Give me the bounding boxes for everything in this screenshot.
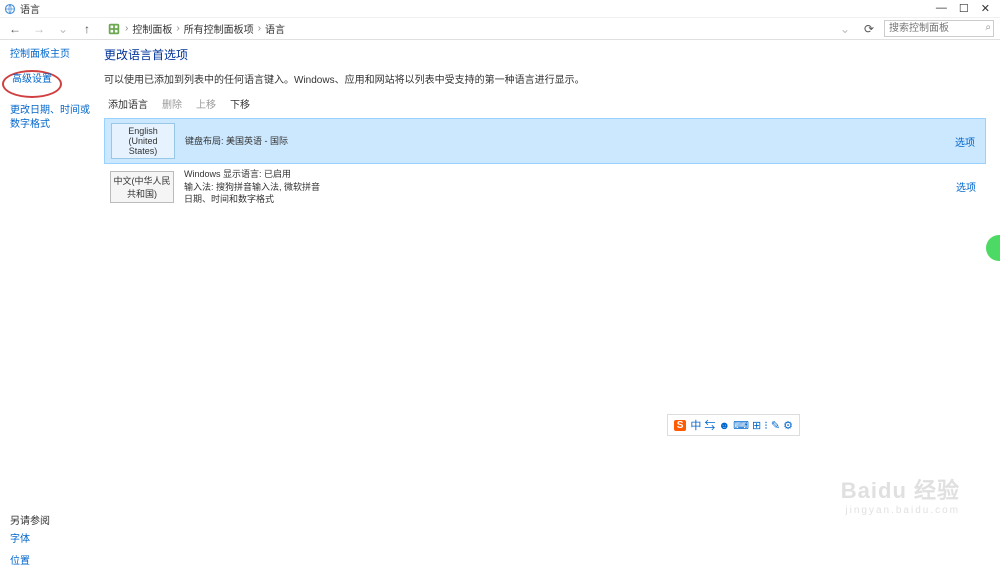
language-name: English (United States) — [111, 123, 175, 159]
language-name: 中文(中华人民共和国) — [110, 171, 174, 203]
language-row[interactable]: English (United States) 键盘布局: 美国英语 - 国际 … — [104, 118, 986, 164]
search-wrap: ⌕ — [884, 20, 994, 37]
seealso-header: 另请参阅 — [10, 512, 90, 527]
content-body: 控制面板主页 高级设置 更改日期、时间或数字格式 另请参阅 字体 位置 更改语言… — [0, 40, 1000, 546]
search-input[interactable] — [884, 20, 994, 37]
sidebar-home-link[interactable]: 控制面板主页 — [10, 48, 90, 62]
refresh-button[interactable]: ⟳ — [860, 20, 878, 38]
breadcrumb-leaf[interactable]: 语言 — [265, 21, 285, 36]
window-title: 语言 — [20, 1, 936, 16]
maximize-button[interactable]: ☐ — [959, 2, 969, 15]
breadcrumb[interactable]: › 控制面板 › 所有控制面板项 › 语言 — [102, 18, 830, 39]
watermark: Baidu 经验 jingyan.baidu.com — [841, 473, 960, 516]
watermark-sub: jingyan.baidu.com — [841, 505, 960, 516]
language-detail-line: Windows 显示语言: 已启用 — [184, 168, 956, 181]
language-toolbar: 添加语言 删除 上移 下移 — [104, 96, 986, 111]
up-button[interactable]: ↑ — [78, 20, 96, 38]
language-detail-line: 日期、时间和数字格式 — [184, 193, 956, 206]
language-options-link[interactable]: 选项 — [955, 134, 975, 149]
search-icon[interactable]: ⌕ — [985, 22, 991, 33]
sogou-icon[interactable]: S — [674, 420, 687, 431]
globe-icon — [4, 3, 16, 15]
recent-dropdown[interactable]: ⌄ — [54, 20, 72, 38]
page-description: 可以使用已添加到列表中的任何语言键入。Windows、应用和网站将以列表中受支持… — [104, 71, 986, 86]
sidebar: 控制面板主页 高级设置 更改日期、时间或数字格式 另请参阅 字体 位置 — [0, 40, 100, 546]
language-options-link[interactable]: 选项 — [956, 179, 976, 194]
annotation-ellipse: 高级设置 — [2, 70, 62, 98]
ime-buttons[interactable]: 中 ⇆ ☻ ⌨ ⊞ ⁝ ✎ ⚙ — [690, 417, 793, 433]
page-heading: 更改语言首选项 — [104, 46, 986, 63]
ime-toolbar[interactable]: S 中 ⇆ ☻ ⌨ ⊞ ⁝ ✎ ⚙ — [667, 414, 800, 436]
minimize-button[interactable]: — — [936, 2, 947, 15]
watermark-main: Baidu 经验 — [841, 473, 960, 505]
forward-button[interactable]: → — [30, 20, 48, 38]
seealso-fonts-link[interactable]: 字体 — [10, 533, 90, 547]
control-panel-icon — [107, 22, 121, 36]
language-details: 键盘布局: 美国英语 - 国际 — [185, 135, 955, 148]
move-down-button[interactable]: 下移 — [230, 96, 250, 111]
sidebar-advanced-link[interactable]: 高级设置 — [12, 73, 52, 87]
breadcrumb-sep: › — [125, 23, 128, 34]
window-titlebar: 语言 — ☐ ✕ — [0, 0, 1000, 18]
add-language-button[interactable]: 添加语言 — [108, 96, 148, 111]
language-row[interactable]: 中文(中华人民共和国) Windows 显示语言: 已启用 输入法: 搜狗拼音输… — [104, 164, 986, 210]
main-panel: 更改语言首选项 可以使用已添加到列表中的任何语言键入。Windows、应用和网站… — [100, 40, 1000, 546]
breadcrumb-sep: › — [176, 23, 179, 34]
language-list: English (United States) 键盘布局: 美国英语 - 国际 … — [104, 117, 986, 210]
nav-bar: ← → ⌄ ↑ › 控制面板 › 所有控制面板项 › 语言 ⌄ ⟳ ⌕ — [0, 18, 1000, 40]
breadcrumb-dropdown[interactable]: ⌄ — [836, 20, 854, 38]
remove-language-button[interactable]: 删除 — [162, 96, 182, 111]
sidebar-dateformat-link[interactable]: 更改日期、时间或数字格式 — [10, 104, 90, 132]
back-button[interactable]: ← — [6, 20, 24, 38]
language-detail-line: 键盘布局: 美国英语 - 国际 — [185, 135, 955, 148]
breadcrumb-root[interactable]: 控制面板 — [132, 21, 172, 36]
seealso-location-link[interactable]: 位置 — [10, 555, 90, 569]
language-detail-line: 输入法: 搜狗拼音输入法, 微软拼音 — [184, 181, 956, 194]
breadcrumb-mid[interactable]: 所有控制面板项 — [184, 21, 254, 36]
close-button[interactable]: ✕ — [981, 2, 990, 15]
window-buttons: — ☐ ✕ — [936, 2, 990, 15]
move-up-button[interactable]: 上移 — [196, 96, 216, 111]
language-details: Windows 显示语言: 已启用 输入法: 搜狗拼音输入法, 微软拼音 日期、… — [184, 168, 956, 206]
breadcrumb-sep: › — [258, 23, 261, 34]
